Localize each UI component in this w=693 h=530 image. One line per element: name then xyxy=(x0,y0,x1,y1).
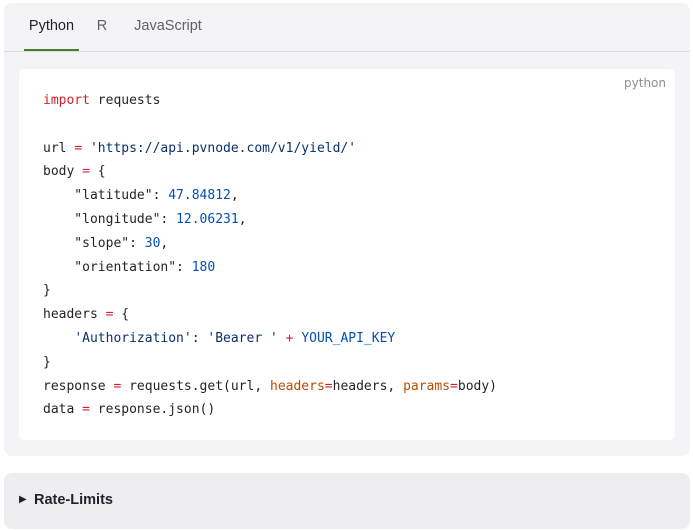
tab-python[interactable]: Python xyxy=(24,3,79,51)
code-line: } xyxy=(43,354,51,370)
tab-javascript[interactable]: JavaScript xyxy=(131,3,205,51)
code-line: "slope": 30, xyxy=(43,235,169,251)
code-line: import requests xyxy=(43,93,161,108)
code-content: import requests url = 'https://api.pvnod… xyxy=(43,89,497,422)
details-summary: Rate-Limits xyxy=(34,492,113,508)
code-line: data = response.json() xyxy=(43,402,216,418)
triangle-right-icon: ▶ xyxy=(19,494,27,505)
code-line: "latitude": 47.84812, xyxy=(43,188,239,204)
code-examples-card: Python R JavaScript python import reques… xyxy=(4,3,690,456)
code-block: python import requests url = 'https://ap… xyxy=(19,69,675,440)
code-language-label: python xyxy=(624,76,666,90)
code-line: body = { xyxy=(43,164,106,180)
code-line: "longitude": 12.06231, xyxy=(43,211,247,227)
language-tabs: Python R JavaScript xyxy=(4,3,690,52)
code-line: headers = { xyxy=(43,307,130,323)
code-line: 'Authorization': 'Bearer ' + YOUR_API_KE… xyxy=(74,330,396,346)
code-line: "orientation": 180 xyxy=(43,259,216,275)
tab-r[interactable]: R xyxy=(95,3,109,51)
rate-limits-details[interactable]: ▶ Rate-Limits xyxy=(4,473,690,529)
code-line: response = requests.get(url, headers=hea… xyxy=(43,378,498,394)
code-line: } xyxy=(43,283,51,299)
code-line: url = 'https://api.pvnode.com/v1/yield/' xyxy=(43,140,357,156)
